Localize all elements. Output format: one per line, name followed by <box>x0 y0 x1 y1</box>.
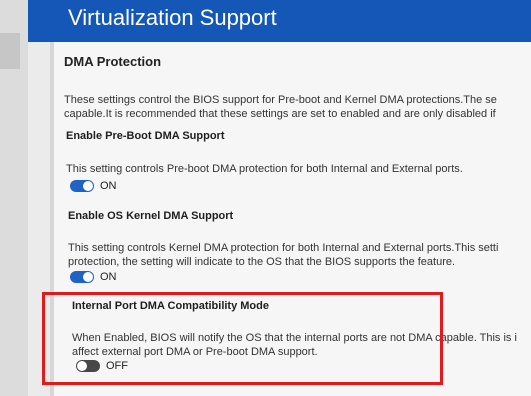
toggle-state-label: OFF <box>106 360 128 372</box>
page-header: Virtualization Support <box>28 0 531 42</box>
setting-desc-internal-port-dma-line-2: affect external port DMA or Pre-boot DMA… <box>72 346 318 358</box>
setting-title-os-kernel-dma: Enable OS Kernel DMA Support <box>68 210 234 222</box>
setting-desc-internal-port-dma-line-1: When Enabled, BIOS will notify the OS th… <box>72 332 517 344</box>
section-description-line-1: These settings control the BIOS support … <box>64 94 497 106</box>
toggle-state-label: ON <box>100 271 117 283</box>
setting-desc-os-kernel-dma-line-2: protection, the setting will indicate to… <box>68 256 456 268</box>
toggle-preboot-dma[interactable]: ON <box>70 180 117 192</box>
toggle-state-label: ON <box>100 180 117 192</box>
toggle-internal-port-dma[interactable]: OFF <box>76 360 128 372</box>
sidebar-tab <box>0 33 20 69</box>
toggle-switch[interactable] <box>70 271 94 283</box>
toggle-switch[interactable] <box>76 360 100 372</box>
toggle-os-kernel-dma[interactable]: ON <box>70 271 117 283</box>
setting-desc-preboot-dma-line-1: This setting controls Pre-boot DMA prote… <box>66 163 463 175</box>
setting-title-preboot-dma: Enable Pre-Boot DMA Support <box>66 130 225 142</box>
settings-panel: DMA Protection These settings control th… <box>54 42 531 396</box>
setting-desc-os-kernel-dma-line-1: This setting controls Kernel DMA protect… <box>68 242 499 254</box>
setting-title-internal-port-dma: Internal Port DMA Compatibility Mode <box>72 300 269 312</box>
section-title: DMA Protection <box>64 54 162 69</box>
section-description-line-2: capable.It is recommended that these set… <box>64 108 496 120</box>
page-title: Virtualization Support <box>68 5 277 30</box>
toggle-switch[interactable] <box>70 180 94 192</box>
left-sidebar-strip <box>0 0 28 396</box>
